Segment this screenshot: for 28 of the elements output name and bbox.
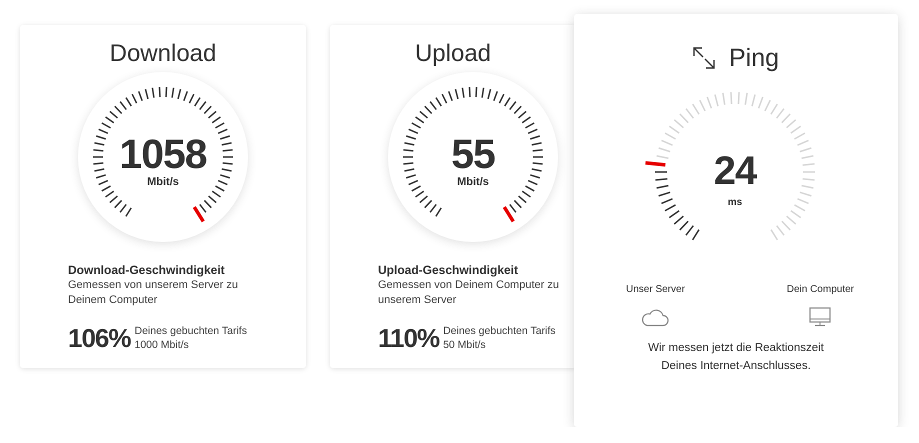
gauge-value: 1058 xyxy=(119,130,207,175)
gauge-value: 24 xyxy=(714,148,756,192)
result-description: Gemessen von Deinem Computer zu unserem Server xyxy=(378,278,560,308)
result-heading: Upload-Geschwindigkeit xyxy=(378,263,520,278)
gauge-marker xyxy=(192,206,205,222)
diagonal-arrows-icon xyxy=(692,47,715,69)
gauge-value: 55 xyxy=(451,130,495,175)
gauge-marker xyxy=(645,161,666,167)
monitor-icon xyxy=(808,307,832,327)
endpoint-label: Unser Server xyxy=(626,284,685,296)
percent-value: 106% xyxy=(68,324,130,352)
tariff-speed: 50 Mbit/s xyxy=(443,338,487,352)
gauge-unit: Mbit/s xyxy=(147,175,179,189)
card-title: Upload xyxy=(414,39,492,69)
percent-value: 110% xyxy=(378,324,440,352)
result-description: Gemessen von unserem Server zu Deinem Computer xyxy=(68,278,239,308)
card-title: Download xyxy=(108,39,218,69)
tariff-speed: 1000 Mbit/s xyxy=(134,338,190,352)
tariff-label: Deines gebuchten Tarifs xyxy=(443,324,556,338)
result-heading: Download-Geschwindigkeit xyxy=(68,263,226,278)
gauge-unit: Mbit/s xyxy=(457,175,489,189)
tariff-label: Deines gebuchten Tarifs xyxy=(134,324,247,338)
cloud-icon xyxy=(640,307,670,327)
gauge-marker xyxy=(502,206,515,222)
card-title: Ping xyxy=(728,44,780,72)
status-message: Wir messen jetzt die Reaktionszeit Deines Internet-Anschlusses. xyxy=(647,341,825,374)
endpoint-label: Dein Computer xyxy=(786,284,854,296)
gauge-unit: ms xyxy=(728,196,742,210)
